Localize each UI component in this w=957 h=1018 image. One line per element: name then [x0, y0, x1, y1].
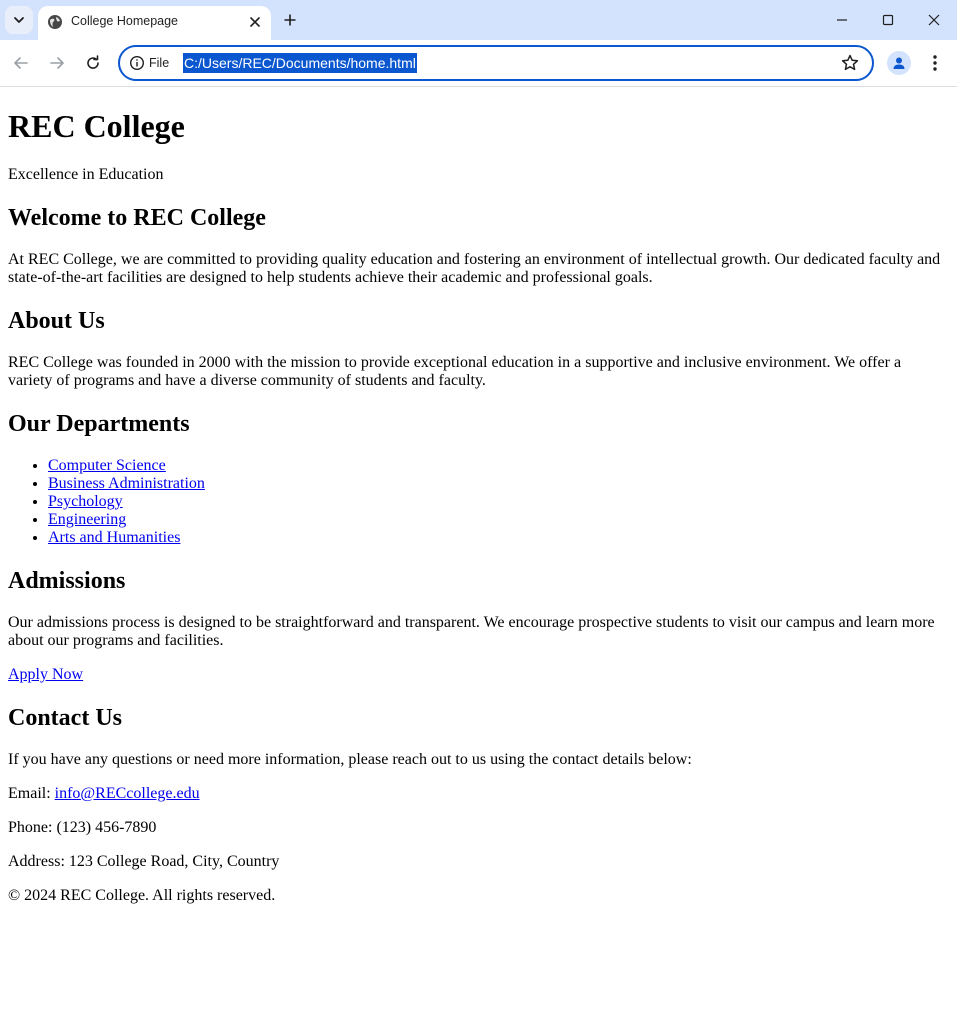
welcome-text: At REC College, we are committed to prov… — [8, 251, 941, 286]
maximize-icon — [882, 14, 894, 26]
tab-strip: College Homepage — [0, 0, 957, 40]
reload-icon — [87, 55, 99, 69]
tab-search-button[interactable] — [5, 6, 33, 34]
admissions-text: Our admissions process is designed to be… — [8, 614, 935, 649]
profile-icon — [893, 57, 905, 69]
profile-button[interactable] — [887, 51, 911, 75]
contact-email: Email: info@RECcollege.edu — [8, 785, 949, 803]
list-item: Business Administration — [48, 475, 949, 493]
apply-paragraph: Apply Now — [8, 666, 949, 684]
site-info-label[interactable]: File — [149, 54, 169, 72]
star-icon[interactable] — [840, 53, 860, 73]
apply-now-link[interactable]: Apply Now — [8, 666, 83, 683]
back-button[interactable] — [9, 51, 33, 75]
department-link-business-administration[interactable]: Business Administration — [48, 475, 205, 492]
tagline: Excellence in Education — [8, 166, 164, 183]
about-text: REC College was founded in 2000 with the… — [8, 354, 902, 389]
contact-heading: Contact Us — [8, 705, 122, 731]
minimize-button[interactable] — [828, 6, 856, 34]
active-tab[interactable]: College Homepage — [38, 6, 271, 40]
plus-icon — [284, 14, 296, 26]
tab-list-icon — [14, 17, 24, 23]
page-content: REC College Excellence in Education Welc… — [0, 87, 957, 1018]
address-bar[interactable]: File C:/Users/REC/Documents/home.html — [118, 45, 874, 81]
more-vert-icon — [933, 55, 937, 71]
globe-icon — [48, 15, 62, 29]
reload-button[interactable] — [81, 51, 105, 75]
department-link-psychology[interactable]: Psychology — [48, 493, 123, 510]
department-link-engineering[interactable]: Engineering — [48, 511, 126, 528]
admissions-heading: Admissions — [8, 568, 126, 594]
new-tab-button[interactable] — [280, 10, 300, 30]
forward-icon — [50, 57, 64, 69]
url-text[interactable]: C:/Users/REC/Documents/home.html — [183, 53, 417, 73]
site-title: REC College — [8, 108, 185, 144]
footer-copyright: © 2024 REC College. All rights reserved. — [8, 887, 276, 904]
close-icon — [250, 17, 260, 27]
contact-phone: Phone: (123) 456-7890 — [8, 819, 157, 836]
departments-list: Computer Science Business Administration… — [8, 457, 949, 547]
minimize-icon — [837, 19, 847, 21]
list-item: Arts and Humanities — [48, 529, 949, 547]
contact-intro: If you have any questions or need more i… — [8, 751, 692, 768]
department-link-arts-and-humanities[interactable]: Arts and Humanities — [48, 529, 180, 546]
browser-menu-button[interactable] — [925, 51, 945, 75]
list-item: Computer Science — [48, 457, 949, 475]
about-heading: About Us — [8, 308, 105, 334]
email-label: Email: — [8, 785, 55, 802]
department-link-computer-science[interactable]: Computer Science — [48, 457, 166, 474]
contact-address: Address: 123 College Road, City, Country — [8, 853, 280, 870]
list-item: Psychology — [48, 493, 949, 511]
email-link[interactable]: info@RECcollege.edu — [55, 785, 200, 802]
departments-heading: Our Departments — [8, 411, 190, 437]
tab-title: College Homepage — [71, 14, 179, 28]
maximize-button[interactable] — [874, 6, 902, 34]
welcome-heading: Welcome to REC College — [8, 205, 266, 231]
back-icon — [14, 57, 28, 69]
forward-button[interactable] — [45, 51, 69, 75]
window-close-button[interactable] — [920, 6, 948, 34]
info-icon[interactable] — [129, 55, 145, 71]
window-close-icon — [928, 14, 940, 26]
browser-toolbar: File C:/Users/REC/Documents/home.html — [0, 40, 957, 87]
list-item: Engineering — [48, 511, 949, 529]
tab-close-button[interactable] — [246, 13, 264, 31]
